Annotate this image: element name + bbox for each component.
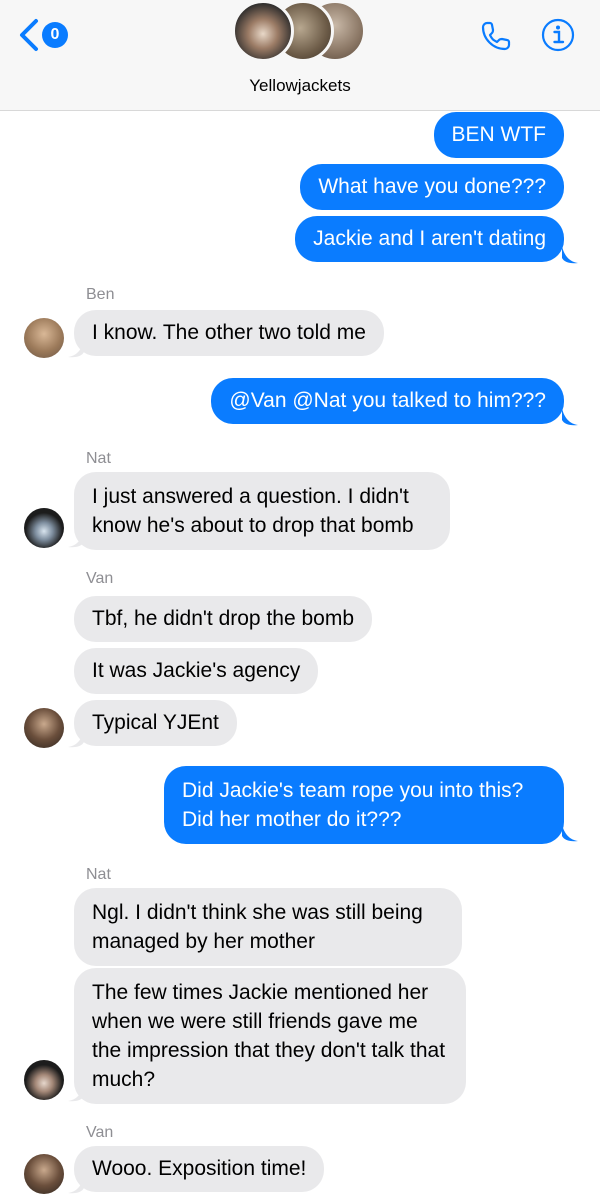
incoming-message[interactable]: Typical YJEnt: [74, 700, 237, 746]
group-avatars[interactable]: [232, 0, 372, 64]
sender-name: Nat: [86, 866, 111, 883]
unread-count-badge: 0: [42, 22, 68, 48]
incoming-message[interactable]: I know. The other two told me: [74, 310, 384, 356]
info-icon[interactable]: [540, 17, 576, 53]
incoming-message[interactable]: The few times Jackie mentioned her when …: [74, 968, 466, 1104]
incoming-message[interactable]: Tbf, he didn't drop the bomb: [74, 596, 373, 642]
bubble-tail: [562, 246, 578, 264]
sender-name: Nat: [86, 450, 111, 467]
chevron-left-icon: [20, 19, 38, 51]
bubble-tail: [562, 824, 578, 842]
sender-name: Ben: [86, 286, 115, 303]
bubble-tail: [68, 1084, 84, 1102]
sender-name: Van: [86, 570, 114, 587]
outgoing-message[interactable]: Did Jackie's team rope you into this? Di…: [164, 766, 564, 844]
sender-name: Van: [86, 1124, 114, 1141]
outgoing-message[interactable]: What have you done???: [300, 164, 564, 210]
avatar[interactable]: [24, 508, 64, 548]
outgoing-message[interactable]: Jackie and I aren't dating: [295, 216, 564, 262]
group-avatar-1: [232, 0, 294, 62]
conversation-header: 0 Yellowjackets: [0, 0, 600, 111]
bubble-tail: [562, 408, 578, 426]
avatar[interactable]: [24, 1154, 64, 1194]
bubble-tail: [68, 1176, 84, 1194]
incoming-message[interactable]: It was Jackie's agency: [74, 648, 319, 694]
back-button[interactable]: 0: [16, 18, 68, 52]
bubble-tail: [68, 730, 84, 748]
avatar[interactable]: [24, 708, 64, 748]
incoming-message[interactable]: Ngl. I didn't think she was still being …: [74, 888, 462, 966]
bubble-tail: [68, 530, 84, 548]
incoming-message[interactable]: I just answered a question. I didn't kno…: [74, 472, 450, 550]
avatar[interactable]: [24, 318, 64, 358]
outgoing-message[interactable]: BEN WTF: [433, 112, 564, 158]
bubble-tail: [68, 340, 84, 358]
phone-icon[interactable]: [478, 18, 514, 54]
outgoing-message[interactable]: @Van @Nat you talked to him???: [211, 378, 564, 424]
avatar[interactable]: [24, 1060, 64, 1100]
incoming-message[interactable]: Wooo. Exposition time!: [74, 1146, 325, 1192]
conversation-title[interactable]: Yellowjackets: [0, 76, 600, 96]
